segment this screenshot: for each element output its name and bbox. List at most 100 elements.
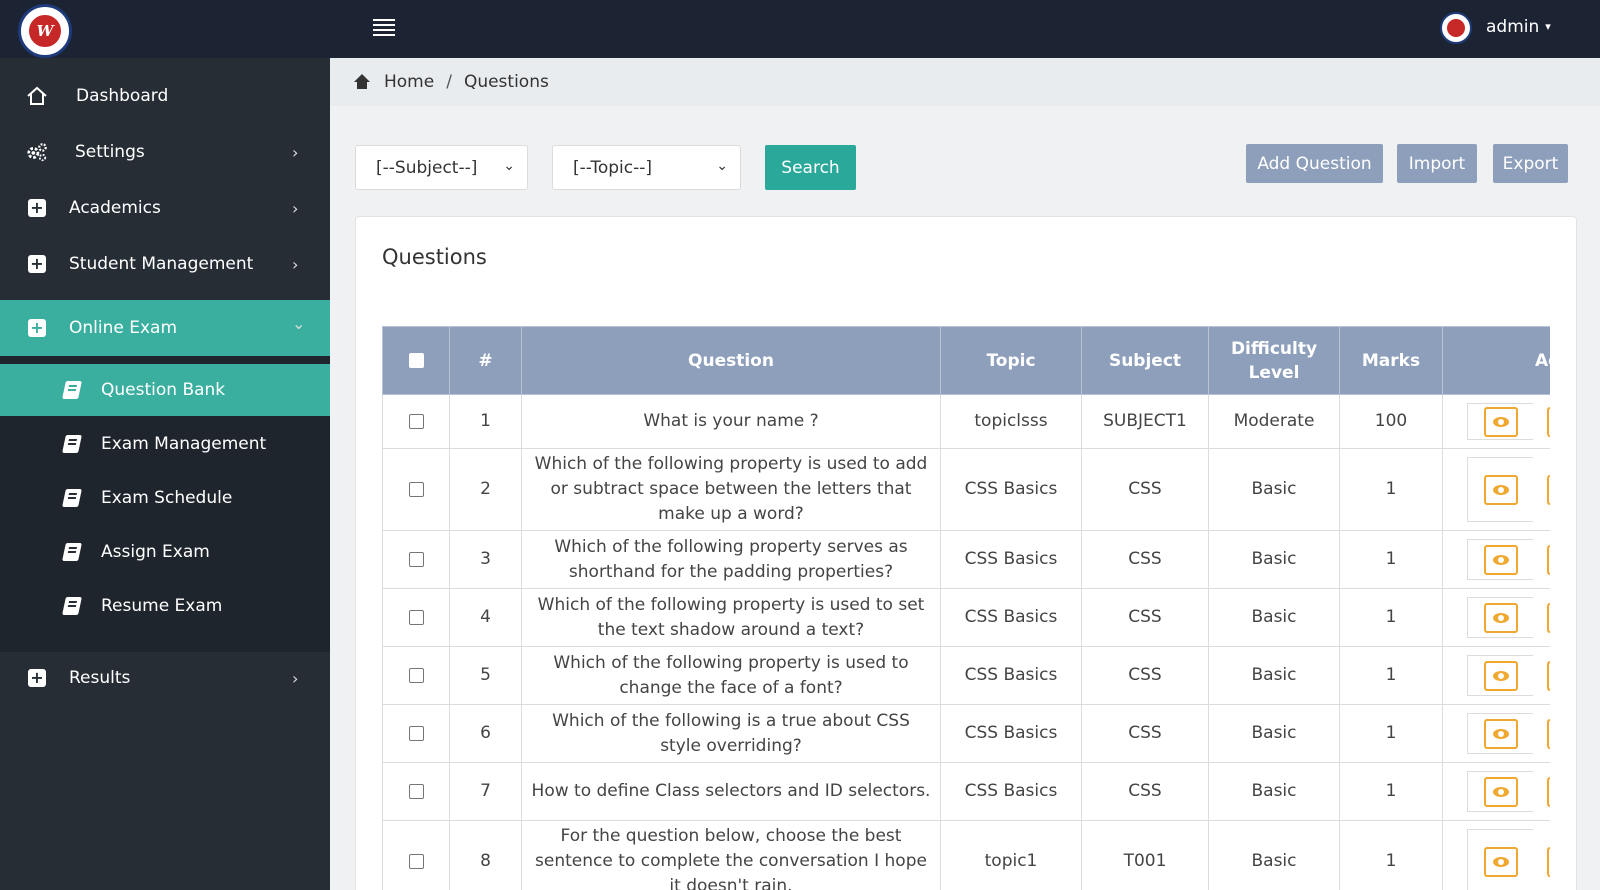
row-number: 6: [449, 704, 522, 763]
difficulty-cell: Basic: [1208, 646, 1340, 705]
view-button[interactable]: [1483, 776, 1518, 807]
breadcrumb-current: Questions: [463, 72, 549, 92]
actions-cell: [1442, 646, 1550, 705]
home-icon: [354, 74, 370, 90]
table-row: 4 Which of the following property is used…: [382, 588, 1550, 647]
sidebar-item-label: Results: [69, 668, 131, 688]
topic-select[interactable]: [--Topic--] ⌄: [552, 145, 741, 190]
view-button[interactable]: [1483, 406, 1518, 437]
row-number: 2: [449, 448, 522, 531]
row-number: 3: [449, 530, 522, 589]
topic-cell: CSS Basics: [940, 588, 1082, 647]
marks-cell: 1: [1339, 762, 1443, 821]
subject-select[interactable]: [--Subject--] ⌄: [355, 145, 528, 190]
card-title: Questions: [382, 245, 487, 269]
select-all-checkbox[interactable]: [408, 353, 424, 368]
online-exam-submenu: Question Bank Exam Management Exam Sched…: [0, 356, 330, 652]
submenu-item-exam-schedule[interactable]: Exam Schedule: [0, 472, 330, 524]
submenu-item-resume-exam[interactable]: Resume Exam: [0, 580, 330, 632]
marks-cell: 1: [1339, 820, 1443, 890]
column-header[interactable]: Topic: [940, 326, 1082, 395]
add-question-button[interactable]: Add Question: [1246, 144, 1383, 183]
topic-cell: CSS Basics: [940, 646, 1082, 705]
edit-button[interactable]: [1547, 660, 1550, 691]
eye-icon: [1492, 670, 1509, 681]
table-row: 8 For the question below, choose the best…: [382, 820, 1550, 890]
row-checkbox[interactable]: [408, 853, 424, 869]
sidebar-item-academics[interactable]: + Academics ›: [0, 180, 330, 236]
plus-square-icon: +: [26, 667, 48, 689]
search-button[interactable]: Search: [765, 145, 856, 190]
edit-button[interactable]: [1547, 474, 1550, 505]
subject-select-value: [--Subject--]: [376, 157, 478, 178]
view-button[interactable]: [1483, 660, 1518, 691]
user-name-label: admin: [1486, 17, 1540, 37]
column-header[interactable]: Marks: [1339, 326, 1443, 395]
edit-button[interactable]: [1547, 406, 1550, 437]
submenu-item-assign-exam[interactable]: Assign Exam: [0, 526, 330, 578]
book-icon: [62, 597, 82, 615]
eye-icon: [1492, 728, 1509, 739]
sidebar-item-student-management[interactable]: + Student Management ›: [0, 236, 330, 292]
view-button[interactable]: [1483, 474, 1518, 505]
eye-icon: [1492, 416, 1509, 427]
sidebar-item-results[interactable]: + Results ›: [0, 650, 330, 706]
edit-button[interactable]: [1547, 846, 1550, 877]
submenu-item-question-bank[interactable]: Question Bank: [0, 364, 330, 416]
user-menu-dropdown[interactable]: admin ▾: [1486, 17, 1551, 37]
topic-select-value: [--Topic--]: [573, 157, 652, 178]
view-button[interactable]: [1483, 846, 1518, 877]
book-icon: [62, 543, 82, 561]
row-checkbox[interactable]: [408, 551, 424, 567]
export-button[interactable]: Export: [1493, 144, 1568, 183]
marks-cell: 1: [1339, 704, 1443, 763]
column-header[interactable]: Subject: [1081, 326, 1209, 395]
column-header[interactable]: #: [449, 326, 522, 395]
breadcrumb-home-link[interactable]: Home: [384, 72, 434, 92]
view-button[interactable]: [1483, 718, 1518, 749]
user-avatar[interactable]: [1440, 12, 1472, 44]
column-header[interactable]: Question: [521, 326, 941, 395]
view-button[interactable]: [1483, 602, 1518, 633]
view-button[interactable]: [1483, 544, 1518, 575]
sidebar-item-dashboard[interactable]: Dashboard: [0, 68, 330, 124]
sidebar-item-label: Academics: [69, 198, 161, 218]
submenu-item-exam-management[interactable]: Exam Management: [0, 418, 330, 470]
menu-toggle-icon[interactable]: [373, 19, 395, 39]
table-row: 3 Which of the following property serves …: [382, 530, 1550, 589]
topic-cell: CSS Basics: [940, 448, 1082, 531]
actions-cell: [1442, 530, 1550, 589]
subject-cell: CSS: [1081, 762, 1209, 821]
row-checkbox[interactable]: [408, 413, 424, 429]
marks-cell: 100: [1339, 394, 1443, 449]
app-logo[interactable]: W: [18, 4, 72, 58]
edit-button[interactable]: [1547, 544, 1550, 575]
row-select-cell: [382, 448, 450, 531]
eye-icon: [1492, 612, 1509, 623]
edit-button[interactable]: [1547, 602, 1550, 633]
book-icon: [62, 435, 82, 453]
chevron-down-icon: ▾: [1545, 20, 1551, 33]
row-checkbox[interactable]: [408, 725, 424, 741]
difficulty-cell: Basic: [1208, 820, 1340, 890]
row-checkbox[interactable]: [408, 667, 424, 683]
edit-button[interactable]: [1547, 776, 1550, 807]
marks-cell: 1: [1339, 448, 1443, 531]
row-checkbox[interactable]: [408, 783, 424, 799]
sidebar-item-settings[interactable]: Settings ›: [0, 124, 330, 180]
import-button[interactable]: Import: [1397, 144, 1477, 183]
row-checkbox[interactable]: [408, 481, 424, 497]
eye-icon: [1492, 856, 1509, 867]
submenu-item-label: Question Bank: [101, 380, 226, 400]
sidebar-item-online-exam[interactable]: + Online Exam ⌄: [0, 300, 330, 356]
book-icon: [62, 489, 82, 507]
row-checkbox[interactable]: [408, 609, 424, 625]
row-number: 4: [449, 588, 522, 647]
subject-cell: CSS: [1081, 646, 1209, 705]
actions-cell: [1442, 762, 1550, 821]
column-header[interactable]: Difficulty Level: [1208, 326, 1340, 395]
edit-button[interactable]: [1547, 718, 1550, 749]
topic-cell: CSS Basics: [940, 530, 1082, 589]
submenu-item-label: Resume Exam: [101, 596, 223, 616]
subject-cell: CSS: [1081, 530, 1209, 589]
